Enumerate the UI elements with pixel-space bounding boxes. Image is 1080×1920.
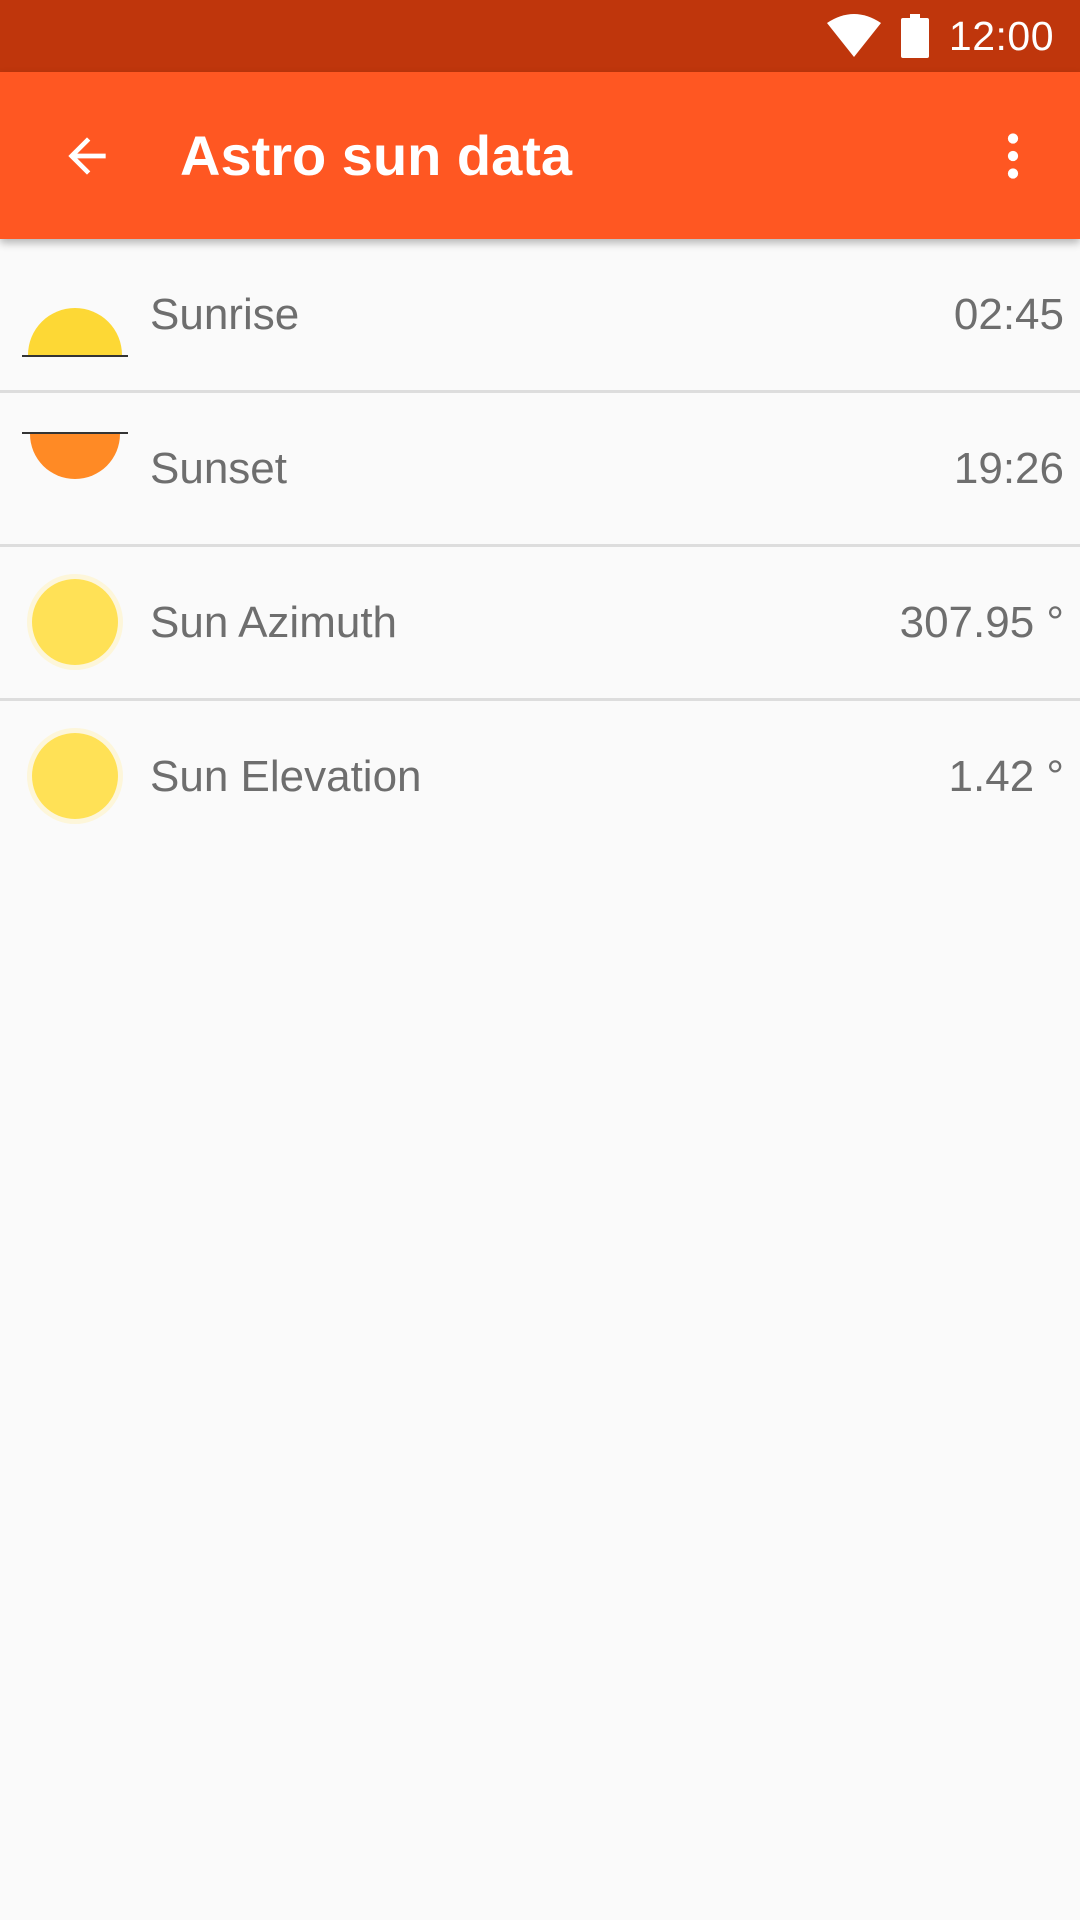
sun-icon [27,574,123,670]
status-time: 12:00 [948,12,1054,59]
sun-icon [27,728,123,824]
back-button[interactable] [40,109,134,203]
battery-icon [900,14,929,58]
list-item-sunrise[interactable]: Sunrise 02:45 [0,239,1080,393]
list-item-sunset[interactable]: Sunset 19:26 [0,393,1080,547]
sunset-icon [22,432,128,479]
app-bar: Astro sun data [0,72,1080,239]
item-label: Sunrise [150,290,300,339]
item-label: Sun Azimuth [150,598,398,647]
item-label: Sunset [150,444,287,493]
item-value: 307.95 ° [899,598,1064,647]
list-item-sun-azimuth[interactable]: Sun Azimuth 307.95 ° [0,547,1080,701]
status-bar: 12:00 [0,0,1080,72]
status-icons: 12:00 [825,0,1054,72]
item-value: 02:45 [953,290,1064,339]
list-item-sun-elevation[interactable]: Sun Elevation 1.42 ° [0,701,1080,852]
wifi-icon [826,14,881,57]
sunrise-icon [22,308,128,357]
item-value: 19:26 [953,444,1064,493]
item-value: 1.42 ° [948,752,1064,801]
arrow-back-icon [68,137,106,175]
sun-data-list: Sunrise 02:45 Sunset 19:26 Sun Azimuth 3… [0,239,1080,852]
item-label: Sun Elevation [150,752,422,801]
more-vert-icon [1007,133,1019,179]
overflow-menu-button[interactable] [966,109,1060,203]
page-title: Astro sun data [180,124,573,187]
